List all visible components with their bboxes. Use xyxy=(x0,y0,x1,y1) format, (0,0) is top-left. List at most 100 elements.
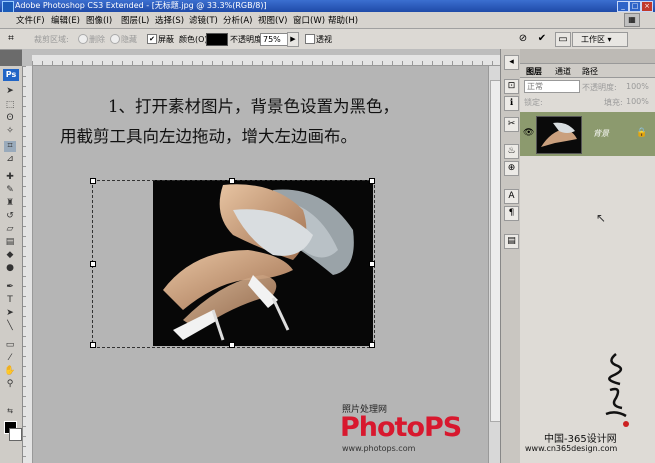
menu-file[interactable]: 文件(F) xyxy=(16,14,45,26)
background-color-swatch[interactable] xyxy=(9,428,22,441)
commit-crop-icon[interactable]: ✔ xyxy=(535,32,549,45)
paragraph-panel-icon[interactable]: ¶ xyxy=(504,206,519,221)
options-bar: ⌗ 裁剪区域: 删除 隐藏 ✔ 屏蔽 颜色(O): 不透明度: 75% ▶ 透视… xyxy=(0,29,655,50)
panel-dock: ◂ ⊡ ℹ ✂ ♨ ⊕ A ¶ ▤ xyxy=(500,49,522,463)
crop-handle-top-left[interactable] xyxy=(90,178,96,184)
magic-wand-tool-icon[interactable]: ✧ xyxy=(4,126,16,137)
layer-thumbnail xyxy=(536,116,582,154)
perspective-checkbox[interactable] xyxy=(305,34,315,44)
calligraphy-signature xyxy=(605,353,629,427)
menu-window[interactable]: 窗口(W) xyxy=(293,14,325,26)
blur-tool-icon[interactable]: ◆ xyxy=(4,250,16,261)
crop-tool-preset-icon[interactable]: ⌗ xyxy=(4,32,18,45)
clone-stamp-tool-icon[interactable]: ♜ xyxy=(4,198,16,209)
crop-handle-top-right[interactable] xyxy=(369,178,375,184)
lock-label: 锁定: xyxy=(524,98,543,107)
hide-label: 隐藏 xyxy=(121,35,137,44)
menu-edit[interactable]: 编辑(E) xyxy=(51,14,80,26)
clone-source-icon[interactable]: ⊕ xyxy=(504,161,519,176)
zoom-tool-icon[interactable]: ⚲ xyxy=(4,379,16,390)
shield-label: 屏蔽 xyxy=(158,35,174,44)
mouse-cursor-icon: ↖ xyxy=(596,211,607,225)
layer-opacity-value[interactable]: 100% xyxy=(626,82,649,91)
menu-filter[interactable]: 滤镜(T) xyxy=(189,14,218,26)
crop-handle-bottom-right[interactable] xyxy=(369,342,375,348)
fill-value[interactable]: 100% xyxy=(626,97,649,106)
brushes-panel-icon[interactable]: ♨ xyxy=(504,144,519,159)
history-brush-tool-icon[interactable]: ↺ xyxy=(4,211,16,222)
opacity-slider-arrow-icon[interactable]: ▶ xyxy=(287,32,299,47)
delete-label: 删除 xyxy=(89,35,105,44)
crop-handle-left[interactable] xyxy=(90,261,96,267)
hand-tool-icon[interactable]: ✋ xyxy=(4,366,16,377)
menu-select[interactable]: 选择(S) xyxy=(155,14,184,26)
fill-label: 填充: xyxy=(604,98,623,107)
menu-help[interactable]: 帮助(H) xyxy=(328,14,358,26)
menu-analysis[interactable]: 分析(A) xyxy=(223,14,252,26)
menu-view[interactable]: 视图(V) xyxy=(258,14,287,26)
layer-opacity-label: 不透明度: xyxy=(582,83,617,92)
workspace-switcher-icon[interactable]: ▦ xyxy=(624,13,640,27)
path-selection-tool-icon[interactable]: ➤ xyxy=(4,308,16,319)
crop-handle-bottom-left[interactable] xyxy=(90,342,96,348)
type-tool-icon[interactable]: T xyxy=(4,295,16,306)
layer-comps-icon[interactable]: ▤ xyxy=(504,234,519,249)
gradient-tool-icon[interactable]: ▤ xyxy=(4,237,16,248)
swap-colors-icon[interactable]: ⇆ xyxy=(4,406,16,417)
visibility-eye-icon[interactable]: 👁 xyxy=(523,128,534,138)
tab-paths[interactable]: 路径 xyxy=(582,66,598,77)
shield-color-swatch[interactable] xyxy=(206,33,228,46)
marquee-tool-icon[interactable]: ⬚ xyxy=(4,100,16,111)
crop-handle-right[interactable] xyxy=(369,261,375,267)
dodge-tool-icon[interactable]: ● xyxy=(4,263,16,274)
lasso-tool-icon[interactable]: ʘ xyxy=(4,113,16,124)
brush-tool-icon[interactable]: ✎ xyxy=(4,185,16,196)
photops-watermark: 照片处理网 PhotoPS www.photops.com xyxy=(338,402,488,462)
crop-handle-top[interactable] xyxy=(229,178,235,184)
instruction-line-2: 用截剪工具向左边拖动，增大左边画布。 xyxy=(60,127,357,146)
pen-tool-icon[interactable]: ✒ xyxy=(4,282,16,293)
vertical-ruler[interactable] xyxy=(22,66,33,463)
character-panel-icon[interactable]: A xyxy=(504,189,519,204)
crop-handle-bottom[interactable] xyxy=(229,342,235,348)
site-url: www.cn365design.com xyxy=(525,444,618,453)
title-bar: Adobe Photoshop CS3 Extended - [无标题.jpg … xyxy=(0,0,655,13)
delete-radio[interactable] xyxy=(78,34,88,44)
move-tool-icon[interactable]: ➤ xyxy=(4,86,16,97)
close-button[interactable]: × xyxy=(641,1,653,12)
collapse-dock-icon[interactable]: ◂ xyxy=(504,55,519,70)
tools-preset-icon[interactable]: ✂ xyxy=(504,117,519,132)
layer-name[interactable]: 背景 xyxy=(593,128,609,139)
healing-brush-tool-icon[interactable]: ✚ xyxy=(4,172,16,183)
minimize-button[interactable]: _ xyxy=(617,1,629,12)
slice-tool-icon[interactable]: ⊿ xyxy=(4,154,16,165)
eyedropper-tool-icon[interactable]: ⁄ xyxy=(4,353,16,364)
opacity-input[interactable]: 75% xyxy=(260,33,288,46)
watermark-url: www.photops.com xyxy=(342,444,416,453)
horizontal-ruler[interactable] xyxy=(32,55,500,66)
blend-mode-select[interactable]: 正常 xyxy=(524,80,580,93)
hide-radio[interactable] xyxy=(110,34,120,44)
tab-channels[interactable]: 通道 xyxy=(555,66,571,77)
maximize-button[interactable]: □ xyxy=(629,1,641,12)
crop-tool-icon[interactable]: ⌗ xyxy=(4,141,16,152)
shield-checkbox[interactable]: ✔ xyxy=(147,34,157,44)
layer-lock-icon: 🔒 xyxy=(636,128,648,138)
workspace-button[interactable]: 工作区 ▾ xyxy=(572,32,628,47)
tab-layers[interactable]: 图层 xyxy=(526,66,542,77)
toolbox: Ps ➤ ⬚ ʘ ✧ ⌗ ⊿ ✚ ✎ ♜ ↺ ▱ ▤ ◆ ● ✒ T ➤ ╲ ▭… xyxy=(0,66,23,463)
navigator-panel-icon[interactable]: ⊡ xyxy=(504,79,519,94)
menu-image[interactable]: 图像(I) xyxy=(86,14,112,26)
eraser-tool-icon[interactable]: ▱ xyxy=(4,224,16,235)
ps-logo: Ps xyxy=(3,69,19,81)
layer-row-background[interactable]: 👁 背景 🔒 xyxy=(520,112,655,156)
instruction-text: 1、打开素材图片，背景色设置为黑色， 用截剪工具向左边拖动，增大左边画布。 xyxy=(60,92,480,152)
layer-thumbnail-image xyxy=(537,117,581,153)
menu-layer[interactable]: 图层(L) xyxy=(121,14,149,26)
crop-selection[interactable] xyxy=(90,178,375,348)
notes-tool-icon[interactable]: ▭ xyxy=(4,340,16,351)
file-browser-icon[interactable]: ▭ xyxy=(555,32,571,47)
info-panel-icon[interactable]: ℹ xyxy=(504,96,519,111)
line-tool-icon[interactable]: ╲ xyxy=(4,321,16,332)
cancel-crop-icon[interactable]: ⊘ xyxy=(516,32,530,45)
